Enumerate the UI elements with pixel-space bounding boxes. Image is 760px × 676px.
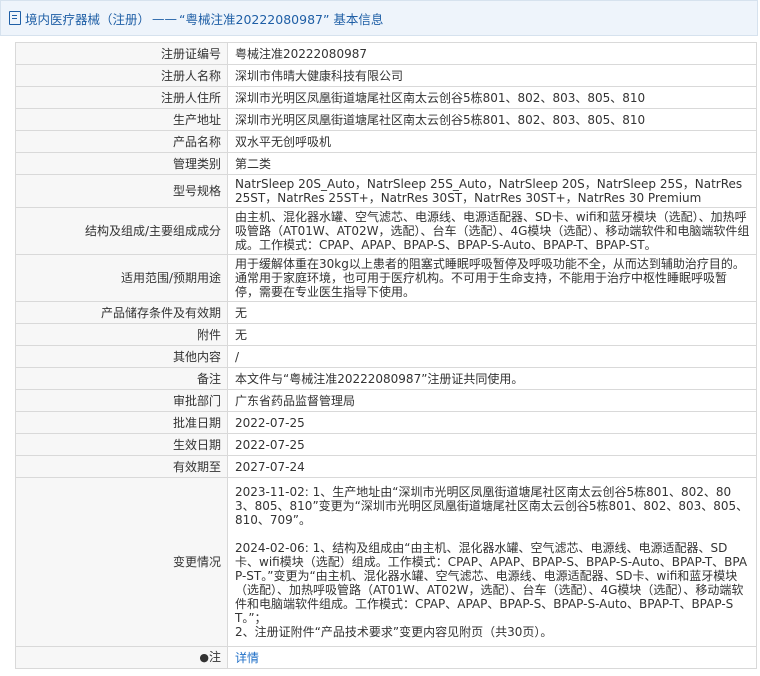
change-entry: 2023-11-02: 1、生产地址由“深圳市光明区凤凰街道塘尾社区南太云创谷5…: [235, 485, 749, 527]
table-row: 产品名称 双水平无创呼吸机: [15, 130, 757, 153]
table-row: 结构及组成/主要组成成分 由主机、混化器水罐、空气滤芯、电源线、电源适配器、SD…: [15, 207, 757, 255]
field-value: 粤械注准20222080987: [227, 42, 757, 65]
table-row: 附件 无: [15, 323, 757, 346]
page-header: 境内医疗器械（注册） —— “粤械注准20222080987” 基本信息: [0, 0, 758, 36]
change-entry: 2024-02-06: 1、结构及组成由“由主机、混化器水罐、空气滤芯、电源线、…: [235, 541, 748, 625]
field-value: 2027-07-24: [227, 455, 757, 478]
table-row: 其他内容 /: [15, 345, 757, 368]
table-row: 备注 本文件与“粤械注准20222080987”注册证共同使用。: [15, 367, 757, 390]
field-value: 2022-07-25: [227, 411, 757, 434]
field-value: 第二类: [227, 152, 757, 175]
breadcrumb[interactable]: 境内医疗器械（注册）: [25, 9, 150, 28]
table-row: 产品储存条件及有效期 无: [15, 301, 757, 324]
field-label: 备注: [15, 367, 228, 390]
field-label: 变更情况: [15, 477, 228, 647]
field-label: 批准日期: [15, 411, 228, 434]
field-label: 结构及组成/主要组成成分: [15, 207, 228, 255]
info-table: 注册证编号 粤械注准20222080987 注册人名称 深圳市伟晴大健康科技有限…: [15, 42, 757, 669]
table-row: 型号规格 NatrSleep 20S_Auto，NatrSleep 25S_Au…: [15, 174, 757, 208]
field-value: 无: [227, 301, 757, 324]
change-history: 2023-11-02: 1、生产地址由“深圳市光明区凤凰街道塘尾社区南太云创谷5…: [227, 477, 757, 647]
field-label: 注册证编号: [15, 42, 228, 65]
table-row: 生产地址 深圳市光明区凤凰街道塘尾社区南太云创谷5栋801、802、803、80…: [15, 108, 757, 131]
field-label: 产品名称: [15, 130, 228, 153]
table-row: ●注 详情: [15, 646, 757, 669]
field-label: 生效日期: [15, 433, 228, 456]
table-row: 适用范围/预期用途 用于缓解体重在30kg以上患者的阻塞式睡眠呼吸暂停及呼吸功能…: [15, 254, 757, 302]
page-title: “粤械注准20222080987” 基本信息: [179, 11, 384, 27]
change-entry: 2、注册证附件“产品技术要求”变更内容见附页（共30页）。: [235, 625, 553, 639]
field-label: 生产地址: [15, 108, 228, 131]
table-row: 有效期至 2027-07-24: [15, 455, 757, 478]
field-value: 深圳市光明区凤凰街道塘尾社区南太云创谷5栋801、802、803、805、810: [227, 86, 757, 109]
field-label: 管理类别: [15, 152, 228, 175]
field-value: /: [227, 345, 757, 368]
pin-icon: ●: [199, 651, 209, 664]
field-value: 广东省药品监督管理局: [227, 389, 757, 412]
field-value: 用于缓解体重在30kg以上患者的阻塞式睡眠呼吸暂停及呼吸功能不全，从而达到辅助治…: [227, 254, 757, 302]
note-label-text: 注: [208, 650, 221, 664]
table-row: 注册人住所 深圳市光明区凤凰街道塘尾社区南太云创谷5栋801、802、803、8…: [15, 86, 757, 109]
field-value: 详情: [227, 646, 757, 669]
field-label: 注册人名称: [15, 64, 228, 87]
details-link[interactable]: 详情: [235, 651, 259, 665]
field-label: 附件: [15, 323, 228, 346]
field-label: 型号规格: [15, 174, 228, 208]
table-row: 注册人名称 深圳市伟晴大健康科技有限公司: [15, 64, 757, 87]
field-label: 有效期至: [15, 455, 228, 478]
field-value: 本文件与“粤械注准20222080987”注册证共同使用。: [227, 367, 757, 390]
table-row: 生效日期 2022-07-25: [15, 433, 757, 456]
field-label: 注册人住所: [15, 86, 228, 109]
breadcrumb-separator: ——: [152, 10, 178, 26]
table-row: 批准日期 2022-07-25: [15, 411, 757, 434]
table-row: 审批部门 广东省药品监督管理局: [15, 389, 757, 412]
field-label: 审批部门: [15, 389, 228, 412]
field-value: 双水平无创呼吸机: [227, 130, 757, 153]
table-row: 变更情况 2023-11-02: 1、生产地址由“深圳市光明区凤凰街道塘尾社区南…: [15, 477, 757, 647]
field-label: 其他内容: [15, 345, 228, 368]
field-value: 深圳市光明区凤凰街道塘尾社区南太云创谷5栋801、802、803、805、810: [227, 108, 757, 131]
table-row: 注册证编号 粤械注准20222080987: [15, 42, 757, 65]
field-value: 2022-07-25: [227, 433, 757, 456]
field-value: 由主机、混化器水罐、空气滤芯、电源线、电源适配器、SD卡、wifi和蓝牙模块（选…: [227, 207, 757, 255]
field-value: NatrSleep 20S_Auto，NatrSleep 25S_Auto，Na…: [227, 174, 757, 208]
note-label: ●注: [15, 646, 228, 669]
field-value: 无: [227, 323, 757, 346]
field-value: 深圳市伟晴大健康科技有限公司: [227, 64, 757, 87]
field-label: 产品储存条件及有效期: [15, 301, 228, 324]
table-row: 管理类别 第二类: [15, 152, 757, 175]
field-label: 适用范围/预期用途: [15, 254, 228, 302]
document-icon: [9, 11, 21, 25]
